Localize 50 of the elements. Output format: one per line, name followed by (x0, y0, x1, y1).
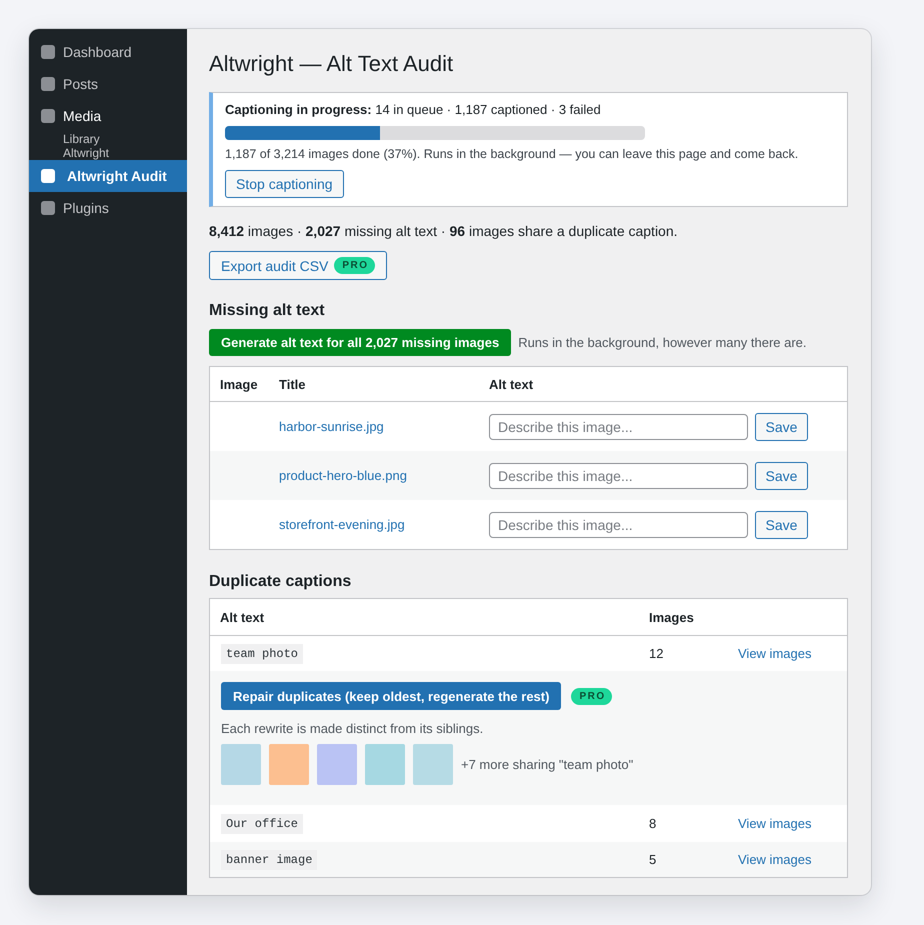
square-icon (41, 109, 55, 123)
caption-code: banner image (221, 850, 318, 870)
sidebar-item[interactable]: Dashboard (29, 36, 187, 68)
pro-badge: PRO (334, 257, 375, 274)
view-images-link[interactable]: View images (738, 852, 812, 866)
column-header: Title (278, 376, 306, 392)
column-header: Image (219, 376, 258, 392)
stop-captioning-button[interactable]: Stop captioning (225, 170, 344, 198)
sidebar-item[interactable]: Media (29, 100, 187, 132)
column-header: Images (649, 610, 694, 624)
progress-status-text: Captioning in progress: 14 in queue · 1,187 captioned · 3 failed (225, 101, 601, 119)
image-count: 8 (649, 816, 656, 830)
alt-text-field[interactable]: Describe this image... (489, 414, 748, 440)
hint-text: Runs in the background, however many there are. (518, 335, 807, 350)
progress-detail-text: 1,187 of 3,214 images done (37%). Runs in the background — you can leave this page and come back. (225, 146, 798, 162)
image-count: 5 (649, 852, 656, 866)
sidebar-item[interactable]: Posts (29, 68, 187, 100)
alt-text-field[interactable]: Describe this image... (489, 512, 748, 538)
section-heading: Duplicate captions (209, 572, 352, 592)
caption-code: Our office (221, 814, 304, 834)
view-images-link[interactable]: View images (738, 646, 812, 660)
generate-alt-text-button[interactable]: Generate alt text for all 2,027 missing images (209, 329, 512, 356)
note-text: Each rewrite is made distinct from its siblings. (221, 720, 484, 738)
file-link[interactable]: storefront-evening.jpg (279, 516, 405, 532)
column-header: Alt text (488, 376, 534, 392)
column-header: Alt text (220, 610, 264, 624)
alt-text-field[interactable]: Describe this image... (489, 462, 748, 488)
caption-code: team photo (221, 644, 304, 664)
square-icon (41, 45, 55, 59)
save-button[interactable]: Save (755, 510, 808, 538)
submenu-item[interactable]: Altwright (63, 146, 110, 160)
square-icon (41, 201, 55, 215)
pro-badge: PRO (571, 688, 612, 704)
section-heading: Missing alt text (209, 301, 325, 321)
sidebar-item[interactable]: Altwright Audit (29, 160, 187, 192)
more-images-text: +7 more sharing "team photo" (461, 757, 634, 772)
save-button[interactable]: Save (755, 462, 808, 490)
sidebar-item[interactable]: Plugins (29, 192, 187, 224)
view-images-link[interactable]: View images (738, 816, 812, 830)
save-button[interactable]: Save (755, 412, 808, 440)
export-csv-button[interactable]: Export audit CSV PRO (209, 251, 387, 280)
page-title: Altwright — Alt Text Audit (209, 50, 454, 78)
summary-text: 8,412 images · 2,027 missing alt text · 96 images share a duplicate caption. (209, 222, 678, 241)
square-icon (41, 77, 55, 91)
square-icon (41, 169, 55, 183)
repair-duplicates-button[interactable]: Repair duplicates (keep oldest, regenerate the rest) (221, 682, 562, 710)
file-link[interactable]: product-hero-blue.png (279, 468, 407, 482)
submenu-item[interactable]: Library (63, 132, 100, 146)
file-link[interactable]: harbor-sunrise.jpg (279, 418, 384, 434)
image-count: 12 (649, 646, 664, 660)
